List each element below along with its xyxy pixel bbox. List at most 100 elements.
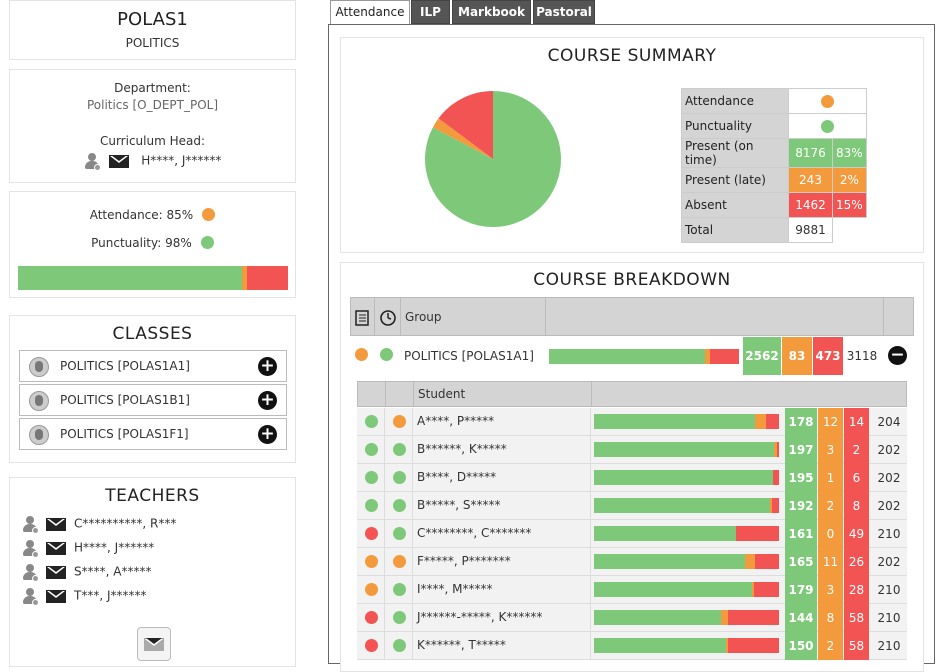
teacher-item: S****, A***** [22, 563, 152, 582]
department-value: Politics [O_DEPT_POL] [86, 98, 219, 112]
red-bar-segment [247, 266, 288, 290]
punctuality-stat-text: Punctuality: 98% [91, 236, 192, 250]
absent-segment [710, 349, 739, 364]
attendance-status-dot [365, 415, 378, 428]
student-late-count: 11 [818, 548, 843, 576]
person-icon[interactable] [22, 539, 40, 558]
course-header-card: POLAS1 POLITICS [9, 0, 296, 60]
expand-plus-icon[interactable]: + [258, 391, 277, 410]
attendance-stat: Attendance: 85% [10, 204, 295, 223]
punctuality-status-dot [393, 639, 406, 652]
student-name: J******-*****, K****** [417, 610, 543, 624]
student-name: B*****, S***** [417, 498, 501, 512]
punctuality-status-dot [380, 348, 393, 361]
student-attendance-bar [594, 554, 779, 569]
absent-segment [754, 582, 779, 597]
student-total-count: 210 [877, 583, 901, 597]
envelope-icon[interactable] [109, 154, 130, 168]
present-segment [594, 470, 773, 485]
student-row[interactable]: F*****, P******* 165 11 26 202 [357, 548, 907, 576]
expand-plus-icon[interactable]: + [258, 357, 277, 376]
absent-segment [777, 442, 779, 457]
clock-icon [375, 298, 401, 336]
envelope-icon[interactable] [46, 565, 66, 579]
attendance-panel: COURSE SUMMARY Attendance Punctuality Pres… [328, 24, 935, 672]
group-present-count: 2562 [743, 337, 781, 375]
attendance-status-dot [365, 583, 378, 596]
summary-count: 1462 [788, 192, 833, 218]
register-icon [351, 298, 375, 336]
attendance-status-dot [355, 348, 368, 361]
absent-segment [735, 526, 779, 541]
envelope-icon[interactable] [46, 589, 66, 603]
envelope-icon[interactable] [46, 541, 66, 555]
present-segment [594, 554, 746, 569]
class-item[interactable]: POLITICS [POLAS1B1] + [19, 384, 287, 416]
student-present-count: 178 [785, 408, 817, 436]
absent-segment [771, 498, 779, 513]
summary-row: Present (on time) 8176 83% [681, 138, 867, 168]
course-summary-title: COURSE SUMMARY [547, 46, 717, 66]
person-icon[interactable] [84, 152, 102, 171]
student-row[interactable]: B****, D***** 195 1 6 202 [357, 464, 907, 492]
student-present-count: 179 [785, 576, 817, 604]
attendance-status-dot [365, 443, 378, 456]
student-total-count: 202 [877, 555, 901, 569]
summary-row-label: Punctuality [681, 113, 789, 139]
class-avatar-icon [29, 357, 49, 377]
student-present-count: 195 [785, 464, 817, 492]
student-row[interactable]: B*****, S***** 192 2 8 202 [357, 492, 907, 520]
summary-row: Attendance [681, 88, 867, 114]
student-name: F*****, P******* [417, 554, 511, 568]
class-item[interactable]: POLITICS [POLAS1F1] + [19, 418, 287, 450]
student-late-count: 3 [818, 576, 843, 604]
curriculum-head-label: Curriculum Head: [99, 134, 206, 148]
person-icon[interactable] [22, 563, 40, 582]
classes-card: CLASSES POLITICS [POLAS1A1] + POLITICS [PO… [9, 315, 296, 463]
student-absent-count: 49 [844, 520, 869, 548]
envelope-icon[interactable] [46, 517, 66, 531]
collapse-minus-icon[interactable]: − [888, 346, 907, 365]
student-row[interactable]: K******, T***** 150 2 58 210 [357, 632, 907, 660]
student-row[interactable]: C********, C******* 161 0 49 210 [357, 520, 907, 548]
teachers-title: TEACHERS [105, 486, 200, 506]
orange-status-dot [820, 95, 834, 108]
attendance-progress-bar [18, 266, 288, 290]
person-icon[interactable] [22, 587, 40, 606]
student-absent-count: 2 [844, 436, 869, 464]
absent-segment [773, 470, 779, 485]
student-attendance-bar [594, 414, 779, 429]
student-row[interactable]: I****, M***** 179 3 28 210 [357, 576, 907, 604]
summary-table: Attendance Punctuality Present (on time) 81… [681, 88, 867, 243]
attendance-stats-card: Attendance: 85% Punctuality: 98% [9, 191, 296, 298]
summary-row-label: Present (on time) [681, 138, 789, 168]
tab-ilp[interactable]: ILP [411, 0, 450, 24]
tab-markbook[interactable]: Markbook [452, 0, 531, 24]
green-status-dot [820, 120, 834, 133]
punctuality-status-dot [393, 611, 406, 624]
summary-row: Present (late) 243 2% [681, 167, 867, 193]
tab-attendance[interactable]: Attendance [330, 0, 410, 24]
person-icon[interactable] [22, 515, 40, 534]
classes-title: CLASSES [112, 324, 193, 344]
teacher-name: S****, A***** [74, 564, 152, 579]
punctuality-status-dot [393, 471, 406, 484]
student-present-count: 192 [785, 492, 817, 520]
expand-plus-icon[interactable]: + [258, 425, 277, 444]
class-item[interactable]: POLITICS [POLAS1A1] + [19, 350, 287, 382]
student-attendance-bar [594, 582, 779, 597]
summary-row: Total 9881 [681, 217, 867, 243]
student-name: B****, D***** [417, 470, 497, 484]
summary-row-label: Attendance [681, 88, 789, 114]
student-present-count: 144 [785, 604, 817, 632]
student-row[interactable]: J******-*****, K****** 144 8 58 210 [357, 604, 907, 632]
student-attendance-bar [594, 610, 779, 625]
student-row[interactable]: A****, P***** 178 12 14 204 [357, 408, 907, 436]
summary-total: 9881 [788, 217, 833, 243]
class-item-label: POLITICS [POLAS1F1] [60, 427, 189, 441]
summary-row-label: Total [681, 217, 789, 243]
student-row[interactable]: B******, K***** 197 3 2 202 [357, 436, 907, 464]
tab-pastoral[interactable]: Pastoral [533, 0, 595, 24]
attendance-status-dot [365, 555, 378, 568]
email-all-button[interactable] [137, 627, 171, 661]
